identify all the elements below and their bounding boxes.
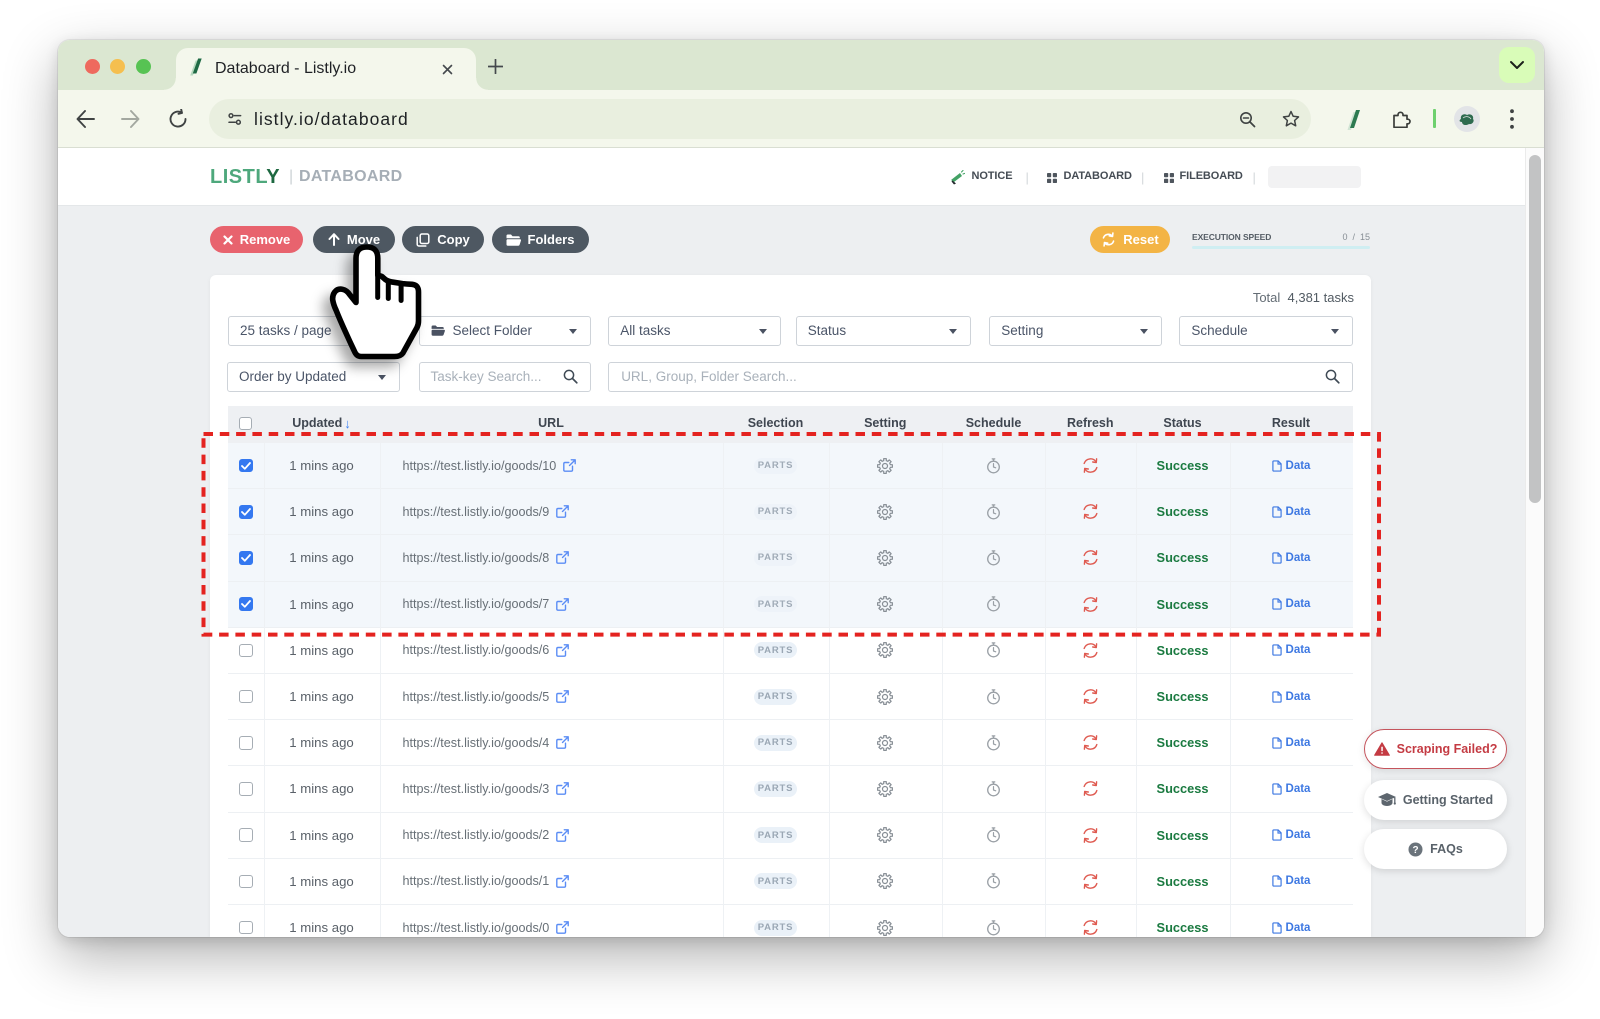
svg-text:?: ? <box>1413 845 1419 856</box>
